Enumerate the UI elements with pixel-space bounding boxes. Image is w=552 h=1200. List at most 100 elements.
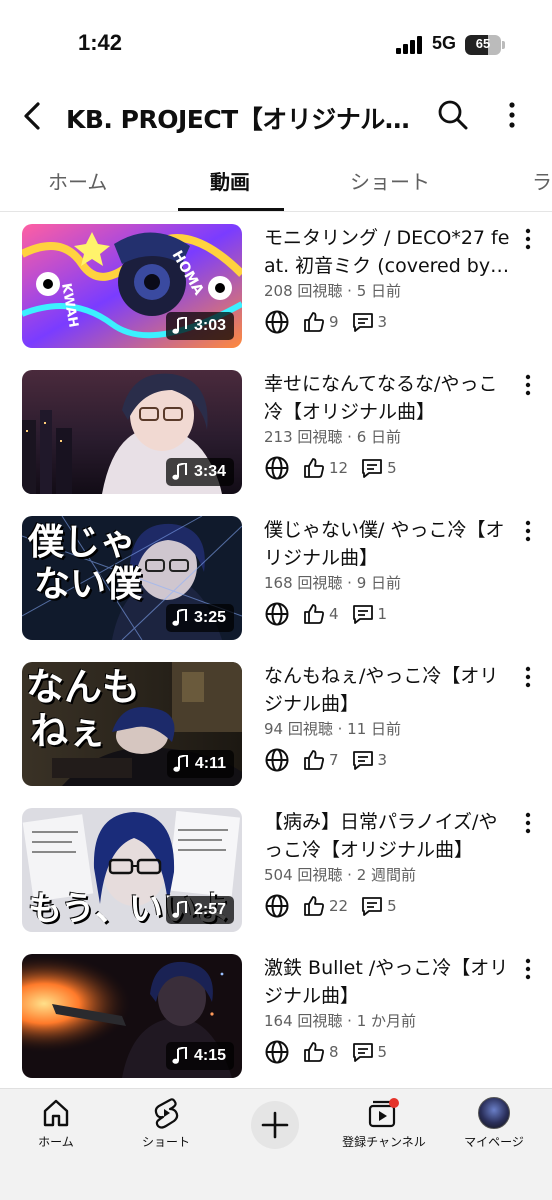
- video-more-icon[interactable]: [520, 226, 536, 252]
- bottom-navigation: ホーム ショート 登録チャンネル マイページ: [0, 1088, 552, 1200]
- video-stats: 9 3: [264, 308, 399, 336]
- tab-videos[interactable]: 動画: [210, 166, 250, 195]
- video-thumbnail[interactable]: なんも ねぇ 4:11: [22, 662, 242, 786]
- comment-icon: [362, 459, 382, 478]
- thumbnail-caption: なんも: [26, 664, 141, 709]
- video-meta: 504 回視聴 · 2 週間前: [264, 866, 417, 884]
- view-count: 208 回視聴: [264, 282, 343, 300]
- video-title[interactable]: 幸せになんてなるな/やっこ冷【オリジナル曲】: [264, 370, 510, 426]
- video-item[interactable]: 4:15 激鉄 Bullet /やっこ冷【オリジナル曲】 164 回視聴 · 1…: [0, 942, 552, 1082]
- video-thumbnail[interactable]: もう、いいよ 2:57: [22, 808, 242, 932]
- shorts-icon: [154, 1098, 179, 1129]
- like-icon: [304, 312, 324, 332]
- thumbnail-caption: ない僕: [34, 563, 143, 605]
- network-type: 5G: [432, 33, 457, 53]
- nav-home[interactable]: ホーム: [6, 1097, 106, 1159]
- video-thumbnail[interactable]: 僕じゃ ない僕 3:25: [22, 516, 242, 640]
- search-icon[interactable]: [436, 98, 470, 132]
- like-count: 9: [329, 313, 339, 331]
- create-plus-icon: [261, 1111, 289, 1139]
- duration-text: 3:25: [193, 609, 226, 626]
- comment-count: 5: [377, 1043, 388, 1061]
- upload-age: 2 週間前: [356, 866, 417, 884]
- public-globe-icon: [264, 893, 290, 919]
- like-count: 22: [329, 897, 349, 915]
- channel-title: KB. PROJECT【オリジナル曲】: [66, 105, 416, 134]
- thumbnail-caption: ねぇ: [30, 708, 107, 753]
- back-icon[interactable]: [18, 98, 48, 134]
- video-stats: 7 3: [264, 746, 399, 774]
- like-icon: [304, 458, 324, 478]
- upload-age: 6 日前: [356, 428, 402, 446]
- comment-icon: [352, 605, 373, 624]
- nav-shorts[interactable]: ショート: [116, 1097, 216, 1159]
- comment-icon: [362, 897, 382, 916]
- comment-icon: [352, 1043, 373, 1062]
- nav-home-label: ホーム: [38, 1135, 74, 1149]
- video-title[interactable]: 【病み】日常パラノイズ/やっこ冷【オリジナル曲】: [264, 808, 510, 864]
- video-stats: 4 1: [264, 600, 399, 628]
- video-more-icon[interactable]: [520, 956, 536, 982]
- duration-text: 2:57: [193, 901, 226, 918]
- nav-shorts-label: ショート: [141, 1135, 190, 1149]
- duration-text: 3:34: [193, 463, 226, 480]
- status-time: 1:42: [78, 30, 123, 55]
- upload-age: 11 日前: [347, 720, 402, 738]
- like-icon: [304, 896, 324, 916]
- video-item[interactable]: もう、いいよ 2:57 【病み】日常パラノイズ/やっこ冷【オリジナル曲】 504…: [0, 796, 552, 936]
- comment-icon: [352, 313, 373, 332]
- tab-live[interactable]: ライブ: [532, 166, 552, 195]
- video-item[interactable]: HOMA KWAH 3:03 モニタリング / DECO*27 feat. 初音…: [0, 212, 552, 352]
- video-title[interactable]: なんもねぇ/やっこ冷【オリジナル曲】: [264, 662, 510, 718]
- video-item[interactable]: なんも ねぇ 4:11 なんもねぇ/やっこ冷【オリジナル曲】 94 回視聴 · …: [0, 650, 552, 790]
- video-item[interactable]: 僕じゃ ない僕 3:25 僕じゃない僕/ やっこ冷【オリジナル曲】 168 回視…: [0, 504, 552, 644]
- video-thumbnail[interactable]: HOMA KWAH 3:03: [22, 224, 242, 348]
- like-icon: [304, 604, 324, 624]
- signal-strength-icon: [396, 36, 426, 54]
- like-count: 4: [329, 605, 339, 623]
- comment-count: 1: [377, 605, 388, 623]
- more-options-icon[interactable]: [500, 98, 524, 132]
- channel-tabs: ホーム 動画 ショート ライブ: [0, 152, 552, 212]
- view-count: 164 回視聴: [264, 1012, 343, 1030]
- music-note-icon: [172, 901, 187, 918]
- view-count: 168 回視聴: [264, 574, 343, 592]
- video-more-icon[interactable]: [520, 372, 536, 398]
- video-more-icon[interactable]: [520, 518, 536, 544]
- duration-text: 4:15: [193, 1047, 226, 1064]
- video-item[interactable]: 3:34 幸せになんてなるな/やっこ冷【オリジナル曲】 213 回視聴 · 6 …: [0, 358, 552, 498]
- music-note-icon: [172, 1047, 187, 1064]
- upload-age: 1 か月前: [356, 1012, 417, 1030]
- music-note-icon: [172, 609, 187, 626]
- create-button[interactable]: [251, 1101, 299, 1149]
- video-thumbnail[interactable]: 4:15: [22, 954, 242, 1078]
- video-more-icon[interactable]: [520, 664, 536, 690]
- home-icon: [43, 1099, 69, 1127]
- avatar: [478, 1097, 510, 1129]
- comment-count: 3: [377, 751, 388, 769]
- nav-subscriptions-label: 登録チャンネル: [342, 1135, 426, 1149]
- duration-text: 4:11: [194, 755, 226, 772]
- video-title[interactable]: 激鉄 Bullet /やっこ冷【オリジナル曲】: [264, 954, 510, 1010]
- tab-shorts[interactable]: ショート: [350, 166, 430, 195]
- video-title[interactable]: 僕じゃない僕/ やっこ冷【オリジナル曲】: [264, 516, 510, 572]
- duration-text: 3:03: [193, 317, 226, 334]
- battery-icon: 65: [465, 35, 501, 55]
- duration-badge: 3:34: [165, 458, 234, 486]
- video-title[interactable]: モニタリング / DECO*27 feat. 初音ミク (covered by …: [264, 224, 510, 280]
- channel-header: KB. PROJECT【オリジナル曲】: [0, 90, 552, 142]
- battery-level: 65: [475, 36, 491, 51]
- public-globe-icon: [264, 747, 290, 773]
- battery-cap: [502, 41, 505, 49]
- like-icon: [304, 1042, 324, 1062]
- music-note-icon: [172, 317, 187, 334]
- video-more-icon[interactable]: [520, 810, 536, 836]
- public-globe-icon: [264, 455, 290, 481]
- like-count: 7: [329, 751, 339, 769]
- nav-my-page-label: マイページ: [464, 1135, 524, 1149]
- tab-home[interactable]: ホーム: [48, 166, 107, 195]
- video-thumbnail[interactable]: 3:34: [22, 370, 242, 494]
- like-icon: [304, 750, 324, 770]
- nav-subscriptions[interactable]: 登録チャンネル: [334, 1097, 434, 1159]
- nav-my-page[interactable]: マイページ: [444, 1097, 544, 1159]
